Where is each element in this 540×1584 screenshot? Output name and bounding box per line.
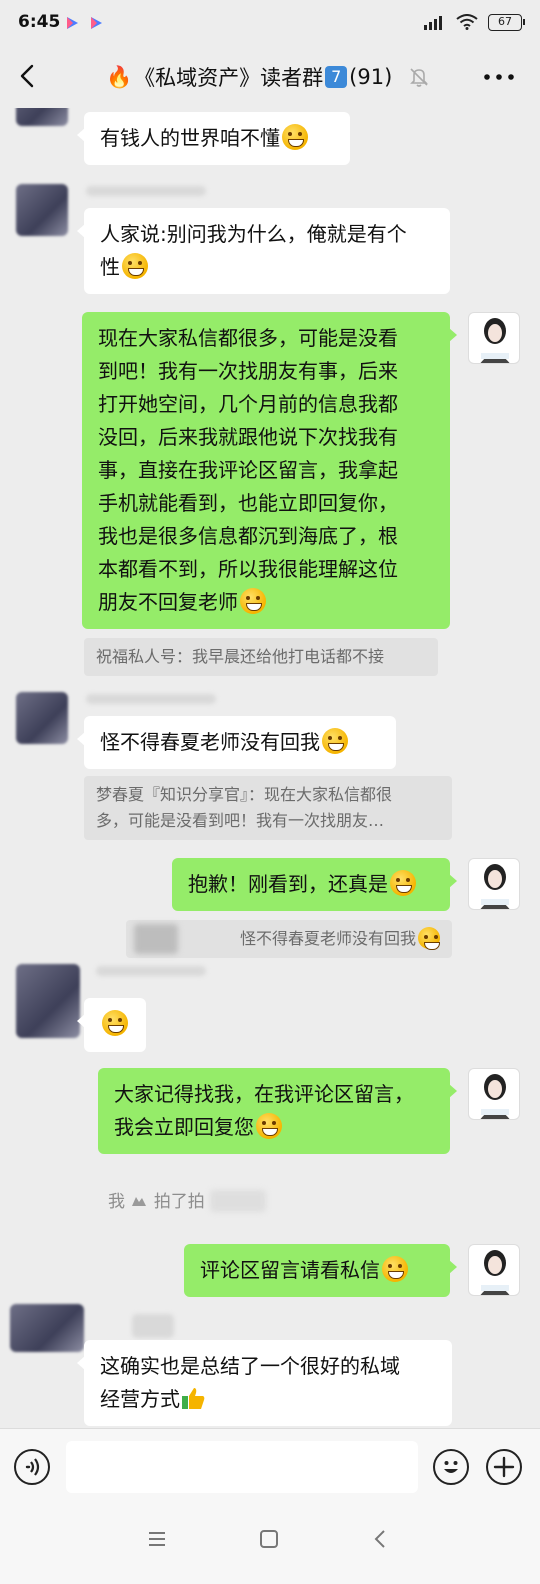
portrait-icon [480, 1074, 510, 1119]
message-text: 经营方式 [100, 1387, 180, 1411]
thinking-emoji-icon [282, 124, 308, 150]
thumbs-up-icon [182, 1388, 205, 1409]
thinking-emoji-icon [418, 927, 440, 950]
message-bubble[interactable]: 怪不得春夏老师没有回我 [77, 716, 396, 769]
quoted-text: 多，可能是没看到吧！我有一次找朋友… [96, 811, 385, 830]
sender-name [132, 1314, 174, 1338]
voice-button[interactable] [14, 1449, 50, 1485]
message-bubble[interactable]: 现在大家私信都很多，可能是没看 到吧！我有一次找朋友有事，后来 打开她空间，几个… [82, 312, 457, 629]
plus-button[interactable] [486, 1449, 522, 1485]
blurred-thumbnail [134, 924, 178, 954]
blurred-name [210, 1190, 267, 1212]
quoted-message[interactable]: 梦春夏『知识分享官』：现在大家私信都很 多，可能是没看到吧！我有一次找朋友… [84, 776, 452, 840]
message-bubble[interactable]: 这确实也是总结了一个很好的私域 经营方式 [77, 1340, 452, 1426]
sender-name [86, 694, 216, 704]
my-avatar[interactable] [468, 1244, 520, 1296]
avatar[interactable] [16, 964, 80, 1038]
back-icon[interactable] [14, 62, 42, 90]
chat-header: 🔥 《私域资产》读者群 7 (91) [0, 44, 540, 108]
avatar[interactable] [16, 692, 68, 744]
laugh-cry-emoji-icon [240, 588, 266, 614]
message-line: 我也是很多信息都沉到海底了，根 [98, 524, 398, 548]
menu-icon[interactable] [146, 1528, 168, 1550]
message-line: 打开她空间，几个月前的信息我都 [98, 392, 398, 416]
message-text: 我会立即回复您 [114, 1115, 254, 1139]
system-notice-text: 我 [108, 1192, 125, 1212]
message-input[interactable] [66, 1441, 418, 1493]
avatar[interactable] [16, 108, 68, 126]
portrait-icon [480, 318, 510, 363]
quoted-message[interactable]: 祝福私人号：我早晨还给他打电话都不接 [84, 638, 438, 676]
quoted-text: 怪不得春夏老师没有回我 [239, 929, 416, 948]
plus-icon [493, 1456, 515, 1478]
signal-icon [424, 16, 442, 30]
battery-indicator: 67 [488, 13, 525, 31]
message-bubble[interactable]: 抱歉！刚看到，还真是 [172, 858, 457, 911]
message-text: 评论区留言请看私信 [200, 1258, 380, 1282]
message-text: 怪不得春夏老师没有回我 [100, 730, 320, 754]
sender-name [96, 966, 206, 976]
more-icon[interactable] [484, 74, 514, 80]
message-line: 手机就能看到，也能立即回复你， [98, 491, 398, 515]
group-name: 《私域资产》读者群 [134, 66, 324, 90]
message-text: 抱歉！刚看到，还真是 [188, 872, 388, 896]
emoji-icon [444, 1461, 458, 1473]
system-navigation-bar [0, 1504, 540, 1584]
message-text: 人家说:别问我为什么，俺就是有个 [100, 222, 407, 246]
message-bubble[interactable]: 评论区留言请看私信 [184, 1244, 457, 1297]
chat-messages[interactable]: 有钱人的世界咱不懂 人家说:别问我为什么，俺就是有个 性 现在大家私信都很多，可… [0, 108, 540, 1428]
quoted-message[interactable]: 怪不得春夏老师没有回我 [126, 920, 452, 958]
status-time: 6:45 [18, 12, 61, 32]
message-bubble[interactable]: 有钱人的世界咱不懂 [77, 112, 350, 165]
system-notice-text: 拍了拍 [153, 1192, 205, 1212]
input-bar [0, 1428, 540, 1504]
message-bubble[interactable]: 人家说:别问我为什么，俺就是有个 性 [77, 208, 450, 294]
laugh-emoji-icon [390, 870, 416, 896]
message-line: 朋友不回复老师 [98, 590, 238, 614]
voice-icon [25, 1458, 40, 1476]
quoted-text: 梦春夏『知识分享官』：现在大家私信都很 [96, 785, 393, 804]
flame-icon: 🔥 [106, 64, 133, 89]
chat-title[interactable]: 🔥 《私域资产》读者群 7 (91) [106, 62, 392, 92]
message-line: 现在大家私信都很多，可能是没看 [98, 326, 398, 350]
play-app-icon [67, 17, 78, 29]
my-avatar[interactable] [468, 1068, 520, 1120]
sender-name [86, 186, 206, 196]
group-number-badge: 7 [325, 66, 348, 88]
my-avatar[interactable] [468, 858, 520, 910]
status-bar: 6:45 67 [0, 0, 540, 44]
portrait-icon [480, 1250, 510, 1295]
home-icon[interactable] [258, 1528, 280, 1550]
grin-emoji-icon [122, 253, 148, 279]
message-text: 性 [100, 255, 120, 279]
grin-emoji-icon [102, 1010, 128, 1036]
message-text: 大家记得找我，在我评论区留言， [114, 1082, 414, 1106]
grin-emoji-icon [256, 1113, 282, 1139]
system-notice: 我 拍了拍 [108, 1187, 267, 1212]
message-line: 没回，后来我就跟他说下次找我有 [98, 425, 398, 449]
mute-bell-icon [410, 68, 428, 87]
wifi-icon [456, 14, 478, 30]
message-bubble[interactable]: 大家记得找我，在我评论区留言， 我会立即回复您 [98, 1068, 457, 1154]
message-text: 这确实也是总结了一个很好的私域 [100, 1354, 400, 1378]
member-count: (91) [349, 65, 393, 89]
my-avatar[interactable] [468, 312, 520, 364]
message-text: 有钱人的世界咱不懂 [100, 126, 280, 150]
thinking-emoji-icon [322, 728, 348, 754]
thinking-emoji-icon [382, 1256, 408, 1282]
emoji-button[interactable] [433, 1449, 469, 1485]
avatar[interactable] [16, 184, 68, 236]
pat-hand-icon [132, 1197, 147, 1206]
quoted-text: 祝福私人号：我早晨还给他打电话都不接 [96, 647, 385, 666]
portrait-icon [480, 864, 510, 909]
avatar[interactable] [10, 1304, 84, 1352]
nav-back-icon[interactable] [370, 1528, 392, 1550]
play-app-icon-2 [91, 17, 102, 29]
message-bubble[interactable] [77, 998, 146, 1052]
message-line: 事，直接在我评论区留言，我拿起 [98, 458, 398, 482]
message-line: 到吧！我有一次找朋友有事，后来 [98, 359, 398, 383]
message-line: 本都看不到，所以我很能理解这位 [98, 557, 398, 581]
